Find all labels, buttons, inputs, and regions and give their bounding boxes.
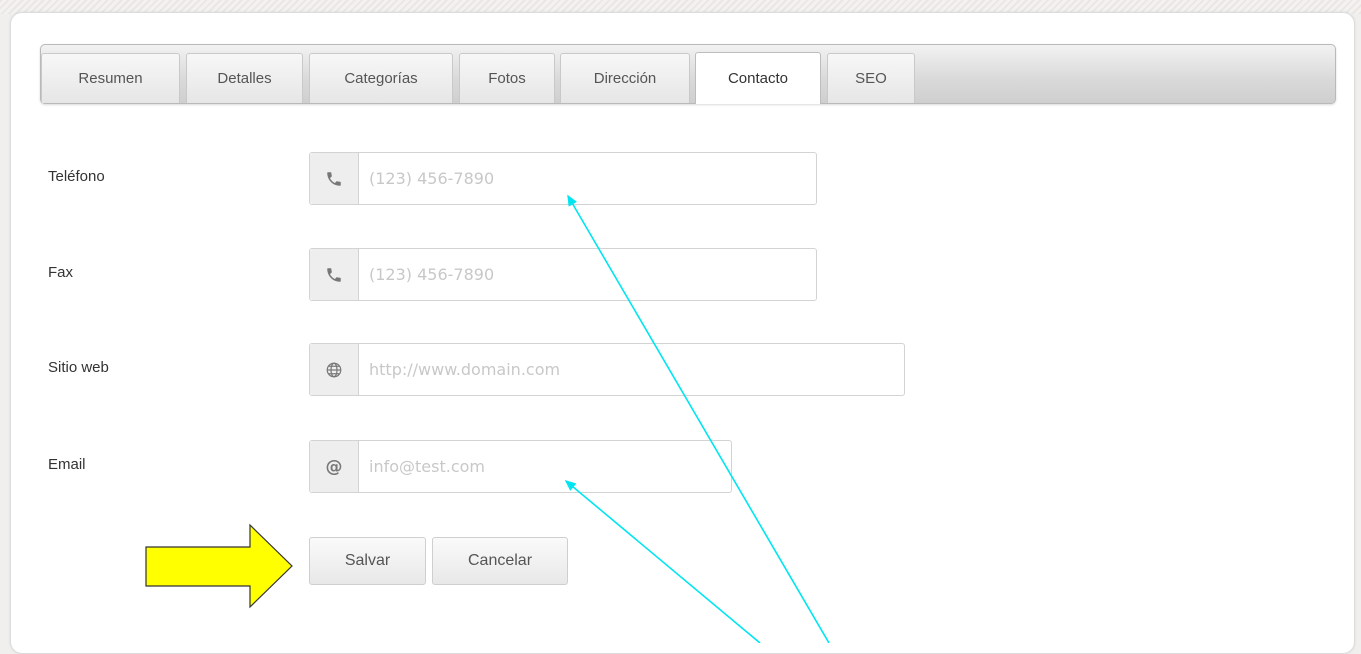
email-label: Email bbox=[48, 456, 86, 473]
phone-label: Teléfono bbox=[48, 168, 105, 185]
tab-seo[interactable]: SEO bbox=[827, 53, 915, 103]
content-panel bbox=[10, 12, 1355, 654]
phone-field bbox=[309, 152, 817, 205]
website-label: Sitio web bbox=[48, 359, 109, 376]
globe-icon bbox=[310, 344, 359, 395]
save-button[interactable]: Salvar bbox=[309, 537, 426, 585]
cancel-button[interactable]: Cancelar bbox=[432, 537, 568, 585]
fax-field bbox=[309, 248, 817, 301]
fax-input[interactable] bbox=[359, 249, 816, 300]
tab-bar: Resumen Detalles Categorías Fotos Direcc… bbox=[40, 44, 1336, 104]
tab-contacto[interactable]: Contacto bbox=[695, 52, 821, 104]
tab-categorias[interactable]: Categorías bbox=[309, 53, 453, 103]
fax-label: Fax bbox=[48, 264, 74, 281]
phone-icon bbox=[310, 249, 359, 300]
tab-direccion[interactable]: Dirección bbox=[560, 53, 690, 103]
phone-input[interactable] bbox=[359, 153, 816, 204]
website-field bbox=[309, 343, 905, 396]
tab-resumen[interactable]: Resumen bbox=[41, 53, 180, 103]
tab-fotos[interactable]: Fotos bbox=[459, 53, 555, 103]
tab-detalles[interactable]: Detalles bbox=[186, 53, 303, 103]
phone-icon bbox=[310, 153, 359, 204]
website-input[interactable] bbox=[359, 344, 904, 395]
email-input[interactable] bbox=[359, 441, 731, 492]
email-field: @ bbox=[309, 440, 732, 493]
at-icon: @ bbox=[310, 441, 359, 492]
